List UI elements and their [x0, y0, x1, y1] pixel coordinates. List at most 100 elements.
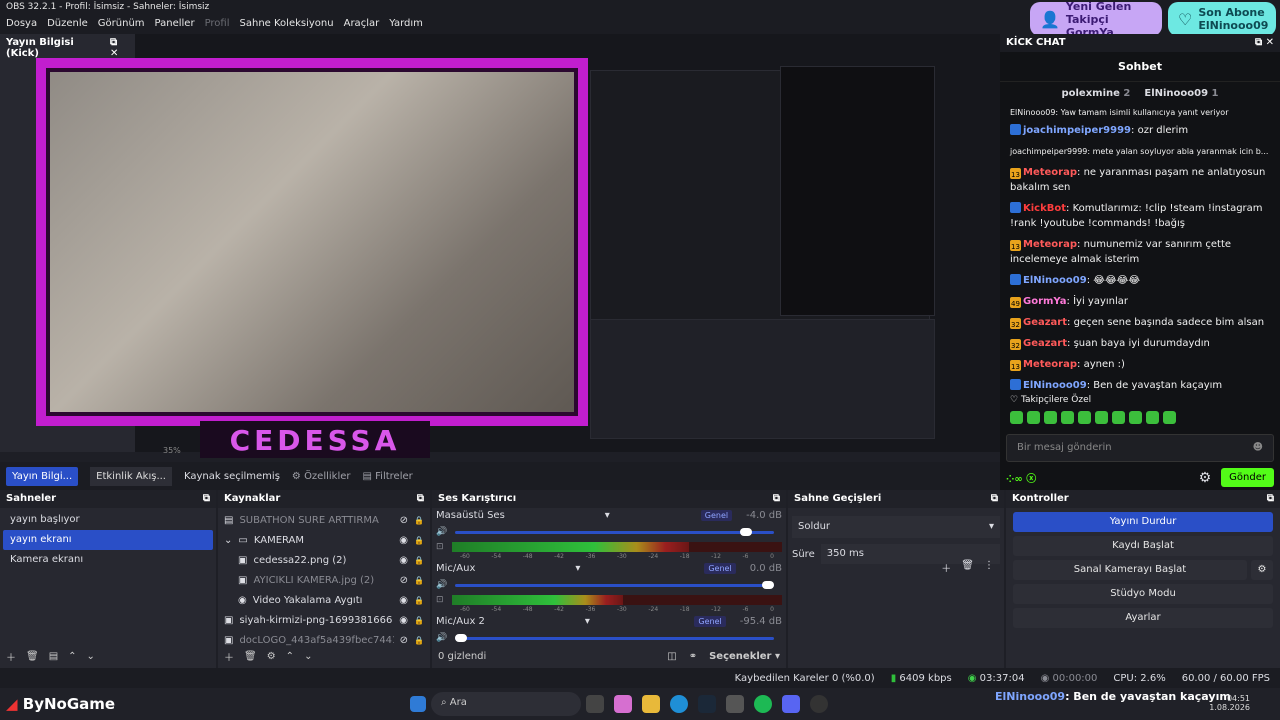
channel-tag[interactable]: Genel: [704, 563, 736, 574]
control-button[interactable]: Sanal Kamerayı Başlat: [1013, 560, 1247, 580]
chat-username[interactable]: Meteorap: [1023, 167, 1077, 178]
menu-item[interactable]: Dosya: [6, 18, 37, 30]
emote-icon[interactable]: [1078, 411, 1091, 424]
steam-icon[interactable]: [698, 695, 716, 713]
control-button[interactable]: Stüdyo Modu: [1013, 584, 1273, 604]
source-item[interactable]: ▣ siyah-kirmizi-png-1699381666070.png ◉ 🔒: [218, 610, 430, 630]
menu-item[interactable]: Sahne Koleksiyonu: [240, 18, 334, 30]
dock-float-icon[interactable]: ⧉: [1267, 493, 1274, 505]
mixer-options-button[interactable]: Seçenekler ▾: [709, 651, 780, 662]
eye-icon[interactable]: ◉: [399, 595, 408, 606]
dock-close-icon[interactable]: ⧉ ✕: [110, 37, 129, 59]
lock-icon[interactable]: 🔒: [414, 536, 424, 545]
gear-icon[interactable]: ⚙: [1199, 470, 1212, 486]
link-icon[interactable]: ⚭: [689, 651, 697, 662]
eye-icon[interactable]: ◉: [399, 615, 408, 626]
emote-icon[interactable]: [1027, 411, 1040, 424]
emote-icon[interactable]: [1112, 411, 1125, 424]
volume-knob[interactable]: [455, 633, 468, 642]
windows-start-icon[interactable]: [410, 696, 426, 712]
filters-button[interactable]: ▤ Filtreler: [363, 471, 413, 482]
control-button[interactable]: Yayını Durdur: [1013, 512, 1273, 532]
source-item[interactable]: ▣ cedessa22.png (2) ◉ 🔒: [218, 550, 430, 570]
dock-float-icon[interactable]: ⧉: [417, 493, 424, 505]
trash-icon[interactable]: 🗑: [961, 560, 974, 575]
lock-icon[interactable]: 🔒: [414, 636, 424, 645]
headphones-icon[interactable]: ⊡: [436, 595, 444, 605]
add-icon[interactable]: ＋: [6, 649, 16, 664]
chevron-down-icon[interactable]: ▾: [585, 616, 590, 627]
eye-icon[interactable]: ⊘: [400, 575, 408, 586]
down-icon[interactable]: ⌄: [87, 651, 95, 662]
chevron-down-icon[interactable]: ▾: [575, 563, 580, 574]
lock-icon[interactable]: 🔒: [414, 596, 424, 605]
chevron-down-icon[interactable]: ▾: [605, 510, 610, 521]
properties-button[interactable]: ⚙ Özellikler: [292, 471, 351, 482]
speaker-icon[interactable]: 🔊: [436, 580, 447, 590]
tab-stream-info[interactable]: Yayın Bilgi...: [6, 466, 79, 486]
channel-tag[interactable]: Genel: [694, 616, 726, 627]
send-button[interactable]: Gönder: [1221, 468, 1274, 487]
volume-slider[interactable]: [455, 527, 774, 536]
emote-icon[interactable]: [1010, 411, 1023, 424]
emote-icon[interactable]: [1095, 411, 1108, 424]
chat-username[interactable]: Meteorap: [1023, 359, 1077, 370]
add-icon[interactable]: ＋: [941, 560, 951, 575]
emote-icon[interactable]: [1129, 411, 1142, 424]
headphones-icon[interactable]: ⊡: [436, 542, 444, 552]
more-icon[interactable]: ⋮: [984, 560, 994, 575]
menu-item[interactable]: Paneller: [155, 18, 195, 30]
add-icon[interactable]: ＋: [224, 649, 234, 664]
tab-activity-feed[interactable]: Etkinlik Akış...: [90, 466, 172, 486]
source-item[interactable]: ▣ AYICIKLI KAMERA.jpg (2) ⊘ 🔒: [218, 570, 430, 590]
filter-icon[interactable]: ▤: [49, 651, 58, 662]
scene-item[interactable]: yayın başlıyor: [3, 510, 213, 530]
dock-float-icon[interactable]: ⧉: [773, 493, 780, 505]
channel-tag[interactable]: Genel: [700, 510, 733, 521]
emote-icon[interactable]: [1163, 411, 1176, 424]
menu-item[interactable]: Yardım: [389, 18, 423, 30]
menu-item[interactable]: Profil: [205, 18, 230, 30]
dock-float-icon[interactable]: ⧉: [991, 493, 998, 505]
emote-icon[interactable]: [1061, 411, 1074, 424]
chat-username[interactable]: KickBot: [1023, 203, 1066, 214]
volume-knob[interactable]: [739, 527, 752, 536]
gear-icon[interactable]: ⚙: [267, 651, 276, 662]
emoji-icon[interactable]: ☻: [1253, 442, 1263, 454]
chat-username[interactable]: joachimpeiper9999: [1023, 125, 1131, 136]
emote-icon[interactable]: [1146, 411, 1159, 424]
volume-slider[interactable]: [455, 633, 774, 642]
down-icon[interactable]: ⌄: [304, 651, 312, 662]
chat-input[interactable]: Bir mesaj gönderin ☻: [1006, 434, 1274, 462]
speaker-icon[interactable]: 🔊: [436, 633, 447, 643]
chat-username[interactable]: Geazart: [1023, 317, 1067, 328]
volume-slider[interactable]: [455, 580, 775, 589]
layout-icon[interactable]: ◫: [667, 651, 676, 662]
lock-icon[interactable]: 🔒: [414, 576, 424, 585]
source-item[interactable]: ◉ Video Yakalama Aygıtı ◉ 🔒: [218, 590, 430, 610]
edge-icon[interactable]: [670, 695, 688, 713]
chat-username[interactable]: ElNinooo09: [1023, 275, 1087, 286]
up-icon[interactable]: ⌃: [286, 651, 294, 662]
chat-username[interactable]: Meteorap: [1023, 239, 1077, 250]
menu-item[interactable]: Düzenle: [47, 18, 88, 30]
dock-float-icon[interactable]: ⧉: [203, 493, 210, 505]
scene-item[interactable]: yayın ekranı: [3, 530, 213, 550]
menu-item[interactable]: Araçlar: [344, 18, 380, 30]
lock-icon[interactable]: 🔒: [414, 616, 424, 625]
eye-icon[interactable]: ◉: [399, 535, 408, 546]
dock-close-icon[interactable]: ⧉ ✕: [1255, 37, 1274, 49]
up-icon[interactable]: ⌃: [68, 651, 76, 662]
copilot-icon[interactable]: [614, 695, 632, 713]
gear-icon[interactable]: ⚙: [1251, 560, 1273, 580]
task-view-icon[interactable]: [586, 695, 604, 713]
eye-icon[interactable]: ◉: [399, 555, 408, 566]
source-item[interactable]: ▤ SUBATHON SÜRE ARTTIRMA ⊘ 🔒: [218, 510, 430, 530]
menu-item[interactable]: Görünüm: [98, 18, 145, 30]
chat-username[interactable]: GormYa: [1023, 296, 1067, 307]
control-button[interactable]: Kaydı Başlat: [1013, 536, 1273, 556]
emote-icon[interactable]: [1044, 411, 1057, 424]
scene-item[interactable]: Kamera ekranı: [3, 550, 213, 570]
explorer-icon[interactable]: [642, 695, 660, 713]
spotify-icon[interactable]: [754, 695, 772, 713]
